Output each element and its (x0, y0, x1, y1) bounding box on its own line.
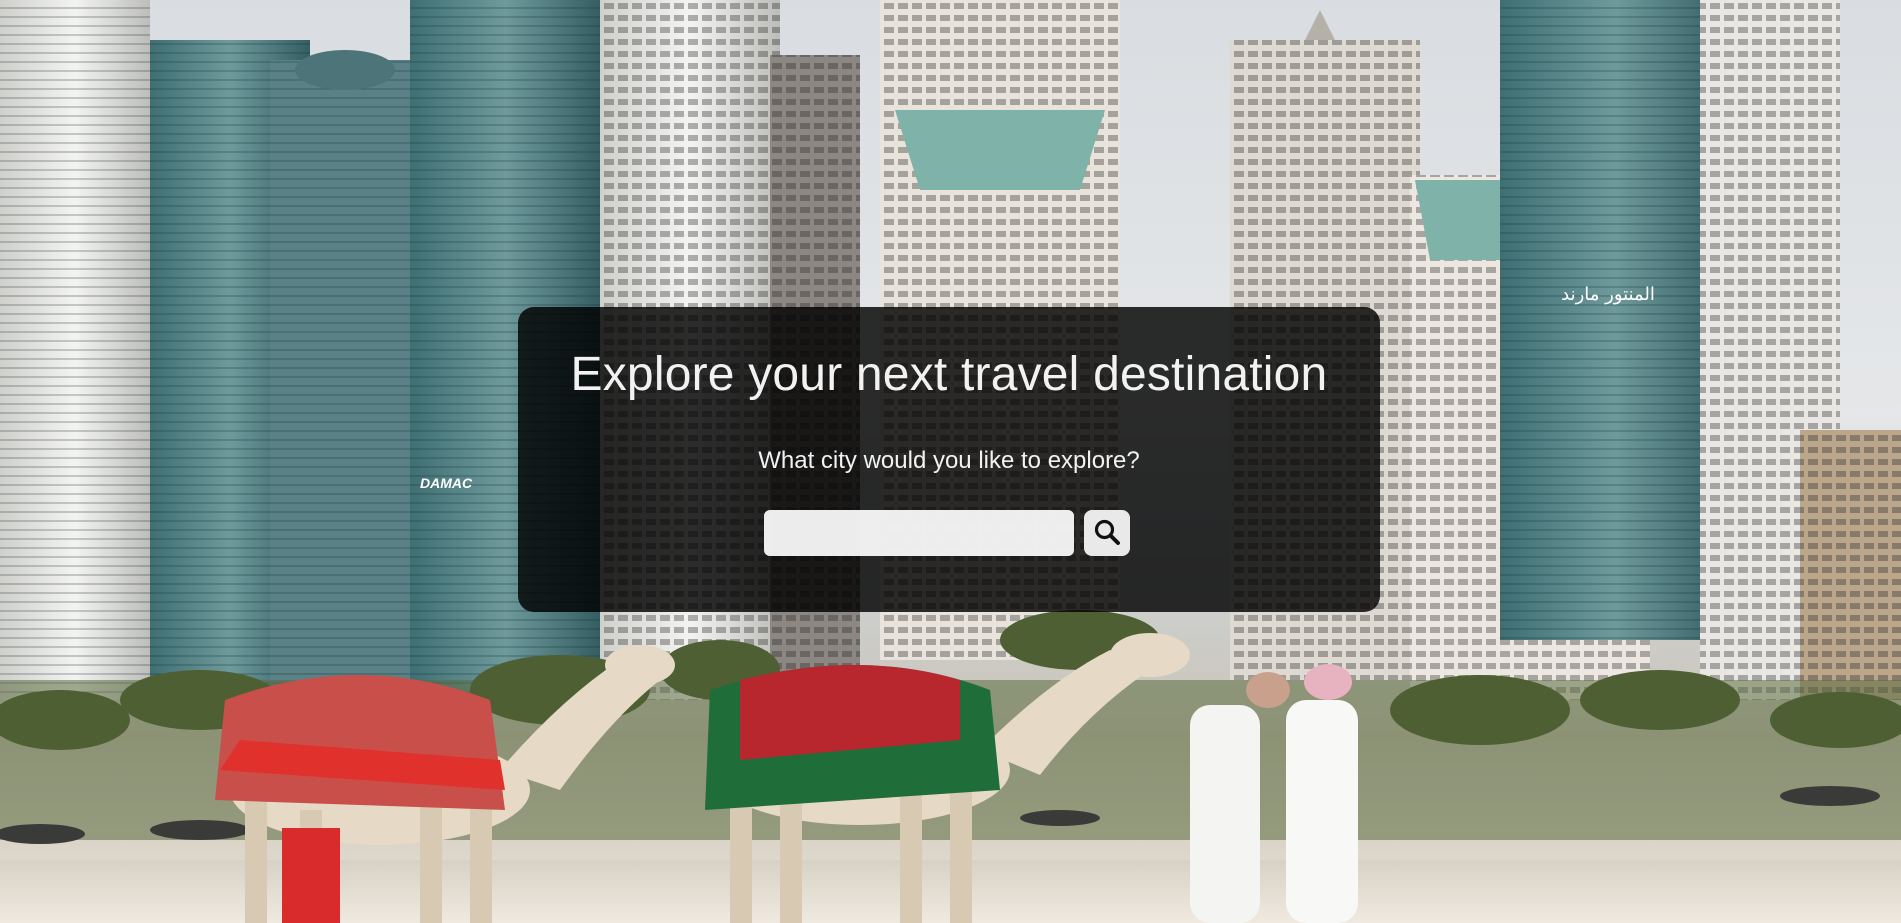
city-search-input[interactable] (764, 510, 1074, 556)
building-sign-arabic: المنتور مارند (1561, 284, 1655, 305)
search-panel: Explore your next travel destination Wha… (518, 307, 1380, 612)
page-title: Explore your next travel destination (570, 348, 1328, 401)
hero-section: DAMAC المنتور مارند Explore your next tr… (0, 0, 1901, 923)
building-sign-damac: DAMAC (420, 475, 473, 491)
search-bar (764, 510, 1130, 556)
search-prompt: What city would you like to explore? (758, 447, 1140, 474)
search-button[interactable] (1084, 510, 1130, 556)
search-icon (1092, 517, 1122, 550)
